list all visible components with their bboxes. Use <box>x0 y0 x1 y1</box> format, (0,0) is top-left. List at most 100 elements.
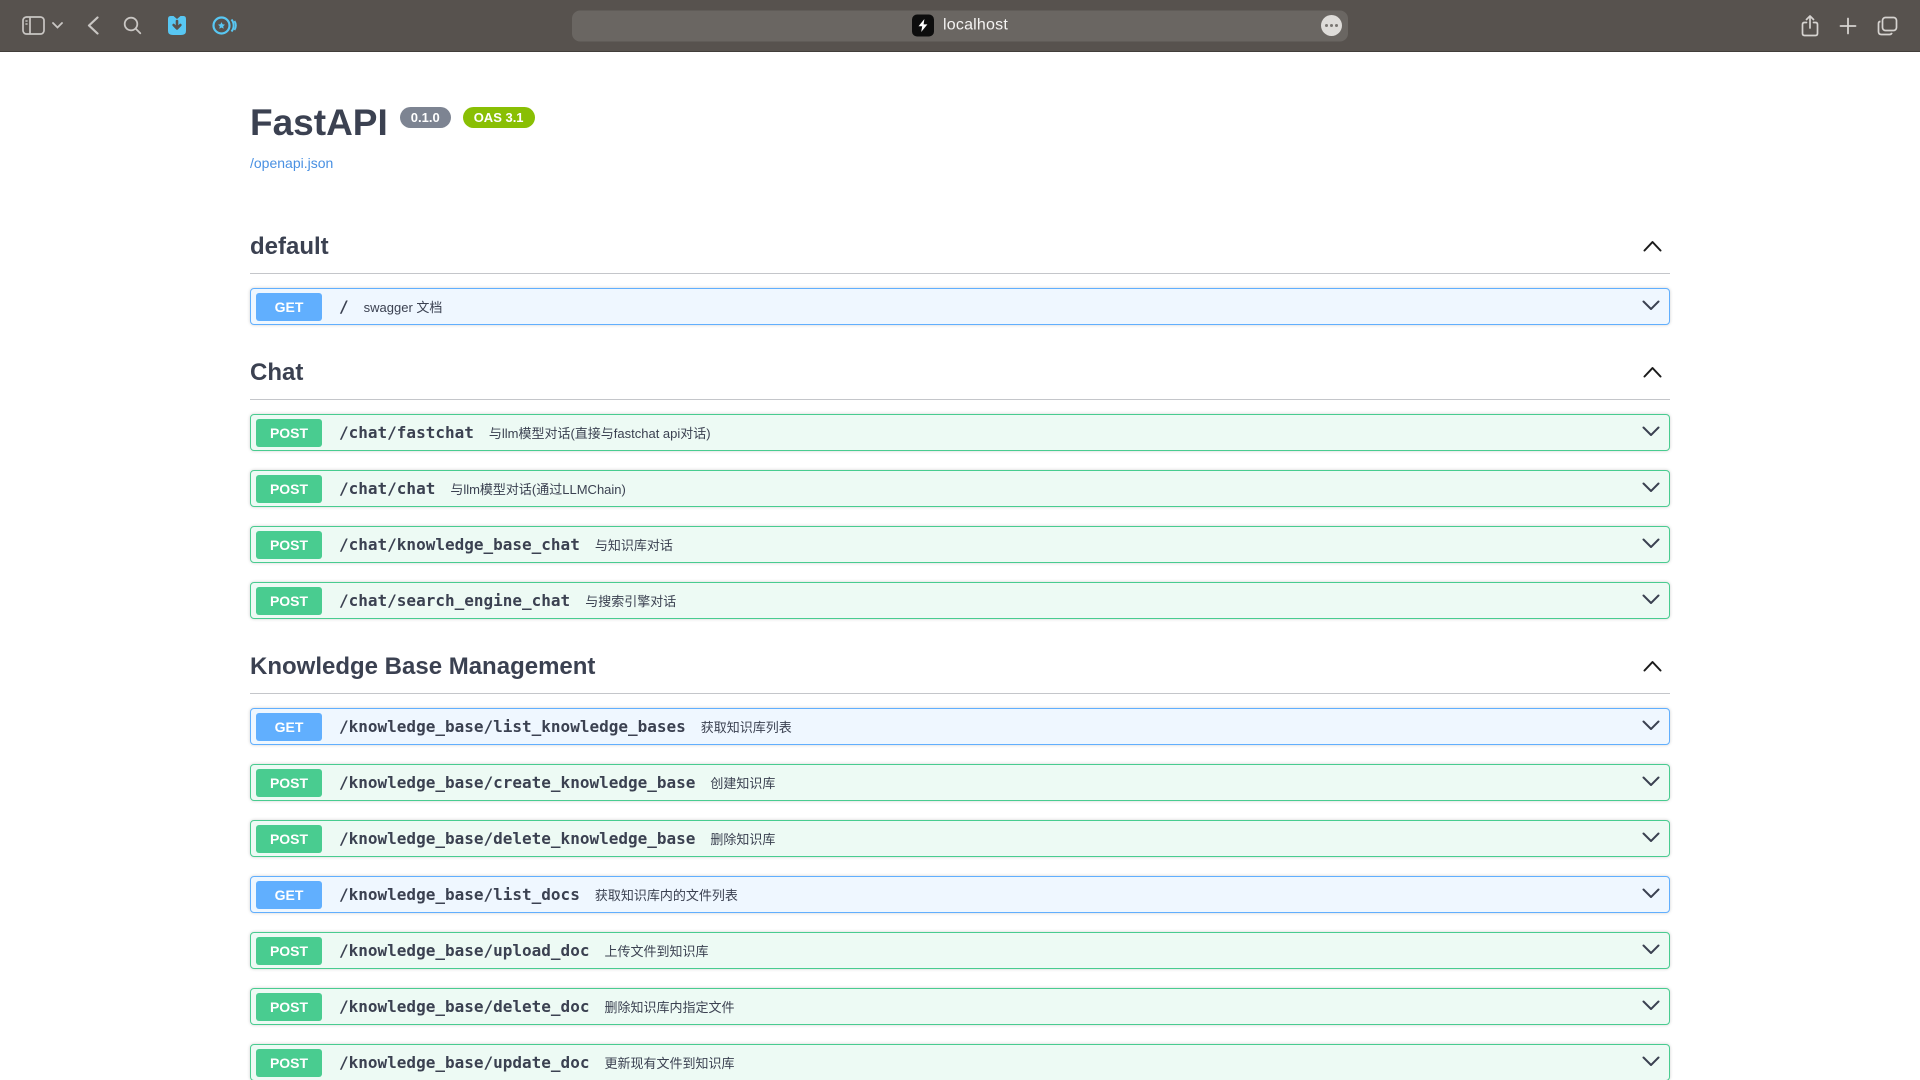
endpoint-row[interactable]: POST /knowledge_base/update_doc 更新现有文件到知… <box>250 1044 1670 1080</box>
expand-endpoint-button[interactable] <box>1642 942 1660 960</box>
method-badge: POST <box>256 937 322 965</box>
openapi-spec-link[interactable]: /openapi.json <box>250 155 333 171</box>
version-badge: 0.1.0 <box>400 107 451 128</box>
endpoint-description: 更新现有文件到知识库 <box>604 1053 734 1072</box>
section-title: default <box>250 233 329 261</box>
endpoint-row[interactable]: GET / swagger 文档 <box>250 288 1670 325</box>
page-title: FastAPI <box>250 100 388 146</box>
chevron-up-icon <box>1643 660 1662 675</box>
operations: GET / swagger 文档 <box>250 274 1670 325</box>
back-button[interactable] <box>87 16 99 35</box>
api-info: FastAPI 0.1.0 OAS 3.1 /openapi.json <box>250 52 1670 173</box>
endpoint-description: 与知识库对话 <box>595 535 673 554</box>
chevron-down-icon <box>1642 424 1660 442</box>
method-badge: POST <box>256 993 322 1021</box>
toolbar-right-group <box>1801 15 1898 37</box>
expand-endpoint-button[interactable] <box>1642 298 1660 316</box>
endpoint-path: /chat/fastchat <box>339 423 474 442</box>
section-title: Chat <box>250 359 303 387</box>
chevron-down-icon <box>1642 830 1660 848</box>
swagger-page: FastAPI 0.1.0 OAS 3.1 /openapi.json defa… <box>0 52 1920 1080</box>
operations: GET /knowledge_base/list_knowledge_bases… <box>250 694 1670 1080</box>
sidebar-menu-chevron-button[interactable] <box>52 22 63 29</box>
oas-badge: OAS 3.1 <box>463 107 535 128</box>
endpoint-path: /chat/search_engine_chat <box>339 591 570 610</box>
method-badge: POST <box>256 419 322 447</box>
endpoint-description: 删除知识库内指定文件 <box>604 997 734 1016</box>
search-button[interactable] <box>123 16 142 35</box>
expand-endpoint-button[interactable] <box>1642 718 1660 736</box>
endpoint-path: /knowledge_base/update_doc <box>339 1053 589 1072</box>
expand-endpoint-button[interactable] <box>1642 1054 1660 1072</box>
new-tab-button[interactable] <box>1839 17 1857 35</box>
endpoint-description: 删除知识库 <box>710 829 775 848</box>
chevron-down-icon <box>1642 1054 1660 1072</box>
endpoint-path: /knowledge_base/list_knowledge_bases <box>339 717 686 736</box>
toolbar-left-group <box>22 14 237 37</box>
section-header[interactable]: Chat <box>250 349 1670 400</box>
section-header[interactable]: default <box>250 223 1670 274</box>
endpoint-row[interactable]: POST /chat/fastchat 与llm模型对话(直接与fastchat… <box>250 414 1670 451</box>
endpoint-description: 上传文件到知识库 <box>604 941 708 960</box>
endpoint-description: 与llm模型对话(直接与fastchat api对话) <box>489 423 711 442</box>
chevron-down-icon <box>1642 998 1660 1016</box>
tab-overview-button[interactable] <box>1877 16 1898 36</box>
page-menu-button[interactable] <box>1321 15 1342 36</box>
chevron-up-icon <box>1643 240 1662 255</box>
endpoint-path: /chat/knowledge_base_chat <box>339 535 580 554</box>
section-title: Knowledge Base Management <box>250 653 595 681</box>
operations: POST /chat/fastchat 与llm模型对话(直接与fastchat… <box>250 400 1670 619</box>
endpoint-row[interactable]: POST /knowledge_base/upload_doc 上传文件到知识库 <box>250 932 1670 969</box>
chevron-down-icon <box>1642 942 1660 960</box>
expand-endpoint-button[interactable] <box>1642 830 1660 848</box>
endpoint-path: /knowledge_base/delete_doc <box>339 997 589 1016</box>
chevron-down-icon <box>52 22 63 29</box>
endpoint-row[interactable]: POST /knowledge_base/delete_knowledge_ba… <box>250 820 1670 857</box>
endpoint-path: /knowledge_base/create_knowledge_base <box>339 773 695 792</box>
section-header[interactable]: Knowledge Base Management <box>250 643 1670 694</box>
endpoint-description: 获取知识库内的文件列表 <box>595 885 738 904</box>
expand-endpoint-button[interactable] <box>1642 424 1660 442</box>
collapse-section-button[interactable] <box>1643 366 1670 381</box>
chevron-down-icon <box>1642 718 1660 736</box>
endpoint-row[interactable]: GET /knowledge_base/list_knowledge_bases… <box>250 708 1670 745</box>
section-knowledge-base-management: Knowledge Base Management GET /knowledge… <box>250 643 1670 1080</box>
endpoint-row[interactable]: POST /chat/chat 与llm模型对话(通过LLMChain) <box>250 470 1670 507</box>
sidebar-toggle-button[interactable] <box>22 16 45 35</box>
expand-endpoint-button[interactable] <box>1642 774 1660 792</box>
expand-endpoint-button[interactable] <box>1642 480 1660 498</box>
method-badge: GET <box>256 713 322 741</box>
extension-download-button[interactable] <box>166 14 188 37</box>
expand-endpoint-button[interactable] <box>1642 536 1660 554</box>
endpoint-path: /knowledge_base/list_docs <box>339 885 580 904</box>
share-icon <box>1801 15 1819 37</box>
section-chat: Chat POST /chat/fastchat 与llm模型对话(直接与fas… <box>250 349 1670 619</box>
share-button[interactable] <box>1801 15 1819 37</box>
collapse-section-button[interactable] <box>1643 660 1670 675</box>
address-bar[interactable]: localhost <box>572 10 1348 41</box>
chevron-down-icon <box>1642 298 1660 316</box>
chevron-down-icon <box>1642 774 1660 792</box>
endpoint-row[interactable]: GET /knowledge_base/list_docs 获取知识库内的文件列… <box>250 876 1670 913</box>
expand-endpoint-button[interactable] <box>1642 592 1660 610</box>
endpoint-row[interactable]: POST /chat/knowledge_base_chat 与知识库对话 <box>250 526 1670 563</box>
chevron-down-icon <box>1642 480 1660 498</box>
collapse-section-button[interactable] <box>1643 240 1670 255</box>
expand-endpoint-button[interactable] <box>1642 886 1660 904</box>
extension-radar-button[interactable] <box>212 15 237 36</box>
endpoint-row[interactable]: POST /knowledge_base/create_knowledge_ba… <box>250 764 1670 801</box>
method-badge: POST <box>256 475 322 503</box>
method-badge: POST <box>256 769 322 797</box>
endpoint-description: 获取知识库列表 <box>701 717 792 736</box>
page-menu-ellipsis-icon <box>1325 24 1338 27</box>
endpoint-path: /chat/chat <box>339 479 435 498</box>
method-badge: POST <box>256 825 322 853</box>
browser-toolbar: localhost <box>0 0 1920 52</box>
tab-overview-icon <box>1877 16 1898 36</box>
search-icon <box>123 16 142 35</box>
endpoint-row[interactable]: POST /chat/search_engine_chat 与搜索引擎对话 <box>250 582 1670 619</box>
expand-endpoint-button[interactable] <box>1642 998 1660 1016</box>
chevron-down-icon <box>1642 886 1660 904</box>
chevron-down-icon <box>1642 592 1660 610</box>
endpoint-row[interactable]: POST /knowledge_base/delete_doc 删除知识库内指定… <box>250 988 1670 1025</box>
